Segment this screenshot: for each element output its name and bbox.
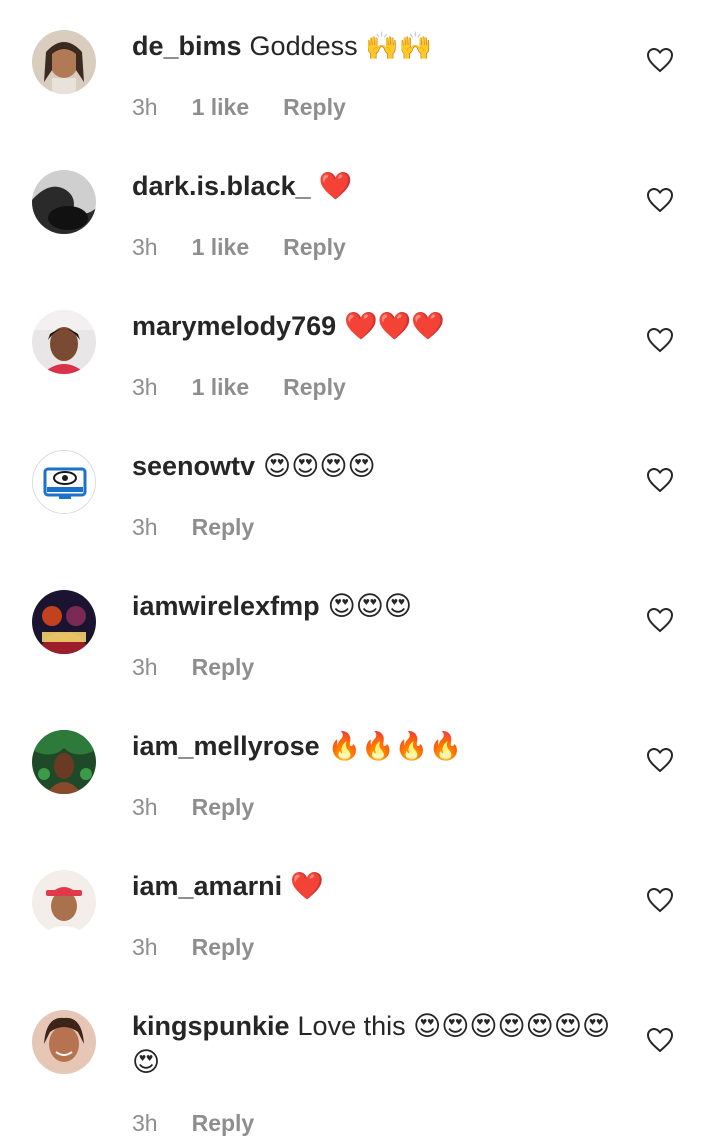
reply-button[interactable]: Reply bbox=[192, 654, 255, 680]
reply-button[interactable]: Reply bbox=[192, 514, 255, 540]
comment-timestamp: 3h bbox=[132, 654, 158, 680]
comment-body: seenowtv 😍😍😍😍 bbox=[132, 448, 612, 484]
comment-item: seenowtv 😍😍😍😍 3h Reply bbox=[0, 420, 720, 560]
comment-text: Goddess 🙌🙌 bbox=[249, 31, 433, 61]
comment-meta: 3h 1 like Reply bbox=[132, 92, 380, 122]
avatar[interactable] bbox=[32, 1010, 96, 1074]
comment-meta: 3h Reply bbox=[132, 512, 288, 542]
comment-text: 🔥🔥🔥🔥 bbox=[327, 731, 463, 761]
avatar[interactable] bbox=[32, 450, 96, 514]
heart-outline-icon[interactable] bbox=[646, 327, 674, 353]
comment-text: ❤️❤️❤️ bbox=[344, 311, 445, 341]
comment-timestamp: 3h bbox=[132, 794, 158, 820]
comment-like-count[interactable]: 1 like bbox=[192, 234, 250, 260]
comment-text: ❤️ bbox=[290, 871, 324, 901]
comment-username[interactable]: marymelody769 bbox=[132, 311, 336, 341]
comment-item: marymelody769 ❤️❤️❤️ 3h 1 like Reply bbox=[0, 280, 720, 420]
avatar[interactable] bbox=[32, 870, 96, 934]
heart-outline-icon[interactable] bbox=[646, 1027, 674, 1053]
comment-timestamp: 3h bbox=[132, 1110, 158, 1136]
comment-like-count[interactable]: 1 like bbox=[192, 94, 250, 120]
avatar[interactable] bbox=[32, 310, 96, 374]
heart-outline-icon[interactable] bbox=[646, 607, 674, 633]
comment-item: iamwirelexfmp 😍😍😍 3h Reply bbox=[0, 560, 720, 700]
comment-like-count[interactable]: 1 like bbox=[192, 374, 250, 400]
comment-body: iam_amarni ❤️ bbox=[132, 868, 612, 904]
avatar[interactable] bbox=[32, 30, 96, 94]
comment-meta: 3h Reply bbox=[132, 652, 288, 682]
comment-body: de_bims Goddess 🙌🙌 bbox=[132, 28, 612, 64]
comment-username[interactable]: iamwirelexfmp bbox=[132, 591, 320, 621]
comment-timestamp: 3h bbox=[132, 934, 158, 960]
comment-meta: 3h Reply bbox=[132, 932, 288, 962]
comment-meta: 3h Reply bbox=[132, 792, 288, 822]
avatar[interactable] bbox=[32, 590, 96, 654]
avatar[interactable] bbox=[32, 170, 96, 234]
reply-button[interactable]: Reply bbox=[283, 94, 346, 120]
reply-button[interactable]: Reply bbox=[192, 1110, 255, 1136]
comment-meta: 3h 1 like Reply bbox=[132, 232, 380, 262]
avatar[interactable] bbox=[32, 730, 96, 794]
comment-item: dark.is.black_ ❤️ 3h 1 like Reply bbox=[0, 140, 720, 280]
heart-outline-icon[interactable] bbox=[646, 47, 674, 73]
heart-outline-icon[interactable] bbox=[646, 887, 674, 913]
comment-timestamp: 3h bbox=[132, 514, 158, 540]
heart-outline-icon[interactable] bbox=[646, 747, 674, 773]
comment-text: 😍😍😍 bbox=[327, 591, 413, 621]
comment-item: de_bims Goddess 🙌🙌 3h 1 like Reply bbox=[0, 0, 720, 140]
comment-body: iamwirelexfmp 😍😍😍 bbox=[132, 588, 612, 624]
heart-outline-icon[interactable] bbox=[646, 467, 674, 493]
comment-item: iam_mellyrose 🔥🔥🔥🔥 3h Reply bbox=[0, 700, 720, 840]
comment-username[interactable]: seenowtv bbox=[132, 451, 255, 481]
comments-list: de_bims Goddess 🙌🙌 3h 1 like Reply dark.is.… bbox=[0, 0, 720, 1136]
comment-meta: 3h 1 like Reply bbox=[132, 372, 380, 402]
comment-username[interactable]: kingspunkie bbox=[132, 1011, 290, 1041]
heart-outline-icon[interactable] bbox=[646, 187, 674, 213]
comment-body: marymelody769 ❤️❤️❤️ bbox=[132, 308, 612, 344]
reply-button[interactable]: Reply bbox=[192, 794, 255, 820]
comment-timestamp: 3h bbox=[132, 374, 158, 400]
reply-button[interactable]: Reply bbox=[283, 234, 346, 260]
comment-item: kingspunkie Love this 😍😍😍😍😍😍😍😍 3h Reply bbox=[0, 980, 720, 1136]
comment-timestamp: 3h bbox=[132, 94, 158, 120]
comment-meta: 3h Reply bbox=[132, 1108, 288, 1138]
comment-username[interactable]: de_bims bbox=[132, 31, 242, 61]
reply-button[interactable]: Reply bbox=[192, 934, 255, 960]
comment-timestamp: 3h bbox=[132, 234, 158, 260]
reply-button[interactable]: Reply bbox=[283, 374, 346, 400]
comment-username[interactable]: iam_amarni bbox=[132, 871, 282, 901]
comment-username[interactable]: iam_mellyrose bbox=[132, 731, 320, 761]
comment-body: dark.is.black_ ❤️ bbox=[132, 168, 612, 204]
comment-text: 😍😍😍😍 bbox=[263, 451, 376, 481]
comment-text: ❤️ bbox=[318, 171, 353, 201]
comment-item: iam_amarni ❤️ 3h Reply bbox=[0, 840, 720, 980]
comment-body: iam_mellyrose 🔥🔥🔥🔥 bbox=[132, 728, 612, 764]
comment-username[interactable]: dark.is.black_ bbox=[132, 171, 311, 201]
comment-body: kingspunkie Love this 😍😍😍😍😍😍😍😍 bbox=[132, 1008, 612, 1080]
